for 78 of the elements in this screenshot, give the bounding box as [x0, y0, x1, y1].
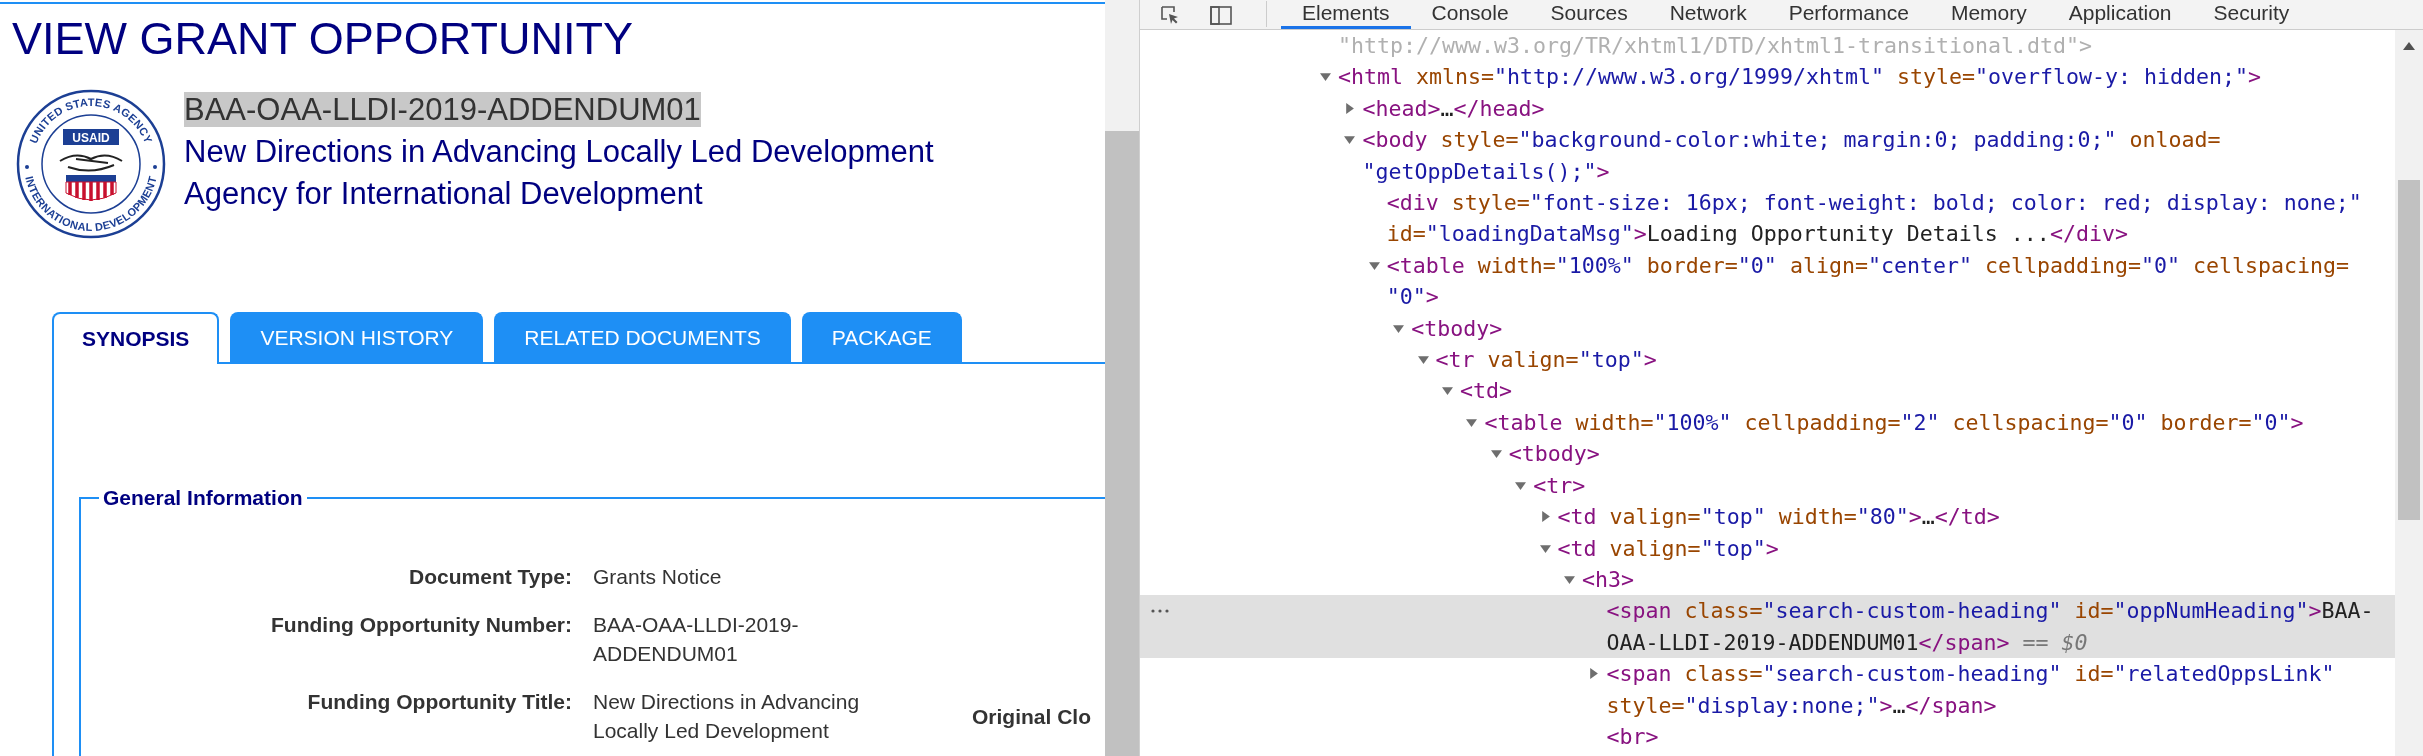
dom-tree-row[interactable]: <html xmlns="http://www.w3.org/1999/xhtml" style="overflow-y: hidden;">: [1140, 61, 2395, 93]
dom-tree-row[interactable]: <tbody>: [1140, 312, 2395, 345]
dom-tree-row[interactable]: <h3>: [1140, 563, 2395, 596]
panel-tab[interactable]: Security: [2192, 0, 2311, 29]
field-label: Original Clo: [972, 703, 1092, 730]
dom-node-markup: <br>: [1606, 722, 1660, 751]
dom-node-markup: <table width="100%" border="0" align="center" cellpadding="0" cellspacing= "0">: [1386, 251, 2350, 312]
section-legend: General Information: [99, 486, 307, 510]
field-label: Funding Opportunity Title:: [306, 689, 572, 715]
inspect-cursor-icon[interactable]: [1160, 4, 1180, 25]
opportunity-heading: New Directions in Advancing Locally Led Development: [184, 134, 934, 169]
dom-tree-row[interactable]: <tbody>: [1140, 438, 2395, 470]
scrollbar-thumb[interactable]: [1105, 131, 1139, 756]
dom-tree-row[interactable]: <div style="font-size: 16px; font-weight: bold; color: red; display: none;" id="loadingDataMsg">Loading Opportunity Details ...</div>: [1140, 187, 2395, 250]
dom-node-markup: <tr>: [1533, 471, 1587, 500]
scrollbar-thumb[interactable]: [2398, 180, 2420, 520]
dom-tree-row[interactable]: <td valign="top">: [1140, 532, 2395, 564]
dom-node-markup: <td valign="top" width="80">…</td>: [1557, 503, 2001, 532]
field-label: Funding Opportunity Number:: [270, 612, 572, 638]
dom-tree-row[interactable]: <body style="background-color:white; margin:0; padding:0;" onload= "getOppDetails();">: [1140, 124, 2395, 188]
field-value: BAA-OAA-LLDI-2019-ADDENDUM01: [593, 612, 800, 667]
triangle-down-icon[interactable]: [1393, 322, 1405, 334]
triangle-down-icon[interactable]: [1417, 354, 1429, 366]
dom-node-markup: <span class="search-custom-heading" id="relatedOppsLink" style="display:none;">…</span>: [1606, 660, 2336, 720]
dom-node-markup: <td>: [1460, 377, 1513, 406]
triangle-right-icon[interactable]: [1344, 102, 1356, 114]
dom-tree-row[interactable]: <td>: [1140, 375, 2395, 407]
triangle-right-icon[interactable]: [1588, 668, 1600, 680]
panel-tab[interactable]: Application: [2047, 0, 2193, 29]
dom-node-markup: <tbody>: [1508, 440, 1601, 469]
dom-node-markup: <table width="100%" cellpadding="2" cellspacing="0" border="0">: [1484, 408, 2305, 437]
device-toolbar-icon[interactable]: [1210, 4, 1232, 25]
dom-node-markup: <tbody>: [1411, 314, 1504, 343]
triangle-down-icon[interactable]: [1344, 134, 1356, 146]
triangle-down-icon[interactable]: [1515, 479, 1527, 491]
dom-tree-row[interactable]: <table width="100%" cellpadding="2" cellspacing="0" border="0">: [1140, 406, 2395, 439]
panel-tab[interactable]: Memory: [1929, 0, 2048, 29]
panel-tab[interactable]: Sources: [1529, 0, 1649, 29]
opportunity-heading: Agency for International Development: [184, 176, 703, 211]
page-title: VIEW GRANT OPPORTUNITY: [12, 14, 634, 64]
field-label: Document Type:: [408, 564, 572, 590]
panel-tab[interactable]: Console: [1410, 0, 1530, 29]
tab[interactable]: SYNOPSIS: [52, 312, 220, 364]
triangle-down-icon[interactable]: [1368, 259, 1380, 271]
triangle-down-icon[interactable]: [1490, 448, 1502, 460]
dom-node-markup: <div style="font-size: 16px; font-weight: bold; color: red; display: none;" id="loadingDataMsg">Loading Opportunity Details ...</div>: [1386, 189, 2363, 249]
dom-tree-row[interactable]: <tr valign="top">: [1140, 344, 2395, 376]
triangle-down-icon[interactable]: [1442, 385, 1453, 397]
triangle-down-icon[interactable]: [1320, 71, 1331, 83]
dom-node-markup: <td valign="top">: [1557, 534, 1780, 563]
triangle-down-icon[interactable]: [1466, 416, 1478, 428]
dom-tree-row[interactable]: <br>: [1140, 720, 2395, 753]
dom-node-markup: <span class="search-custom-heading" id="oppNumHeading">BAA-OAA-LLDI-2019-ADDENDUM01</span> == $0: [1606, 597, 2375, 657]
dom-tree-row[interactable]: <tr>: [1140, 469, 2395, 502]
triangle-right-icon[interactable]: [1539, 511, 1551, 523]
dom-node-markup: "http://www.w3.org/TR/xhtml1/DTD/xhtml1-transitional.dtd">: [1338, 32, 2094, 60]
dom-node-markup: <body style="background-color:white; margin:0; padding:0;" onload= "getOppDetails();">: [1362, 126, 2222, 186]
dom-tree-row[interactable]: <td valign="top" width="80">…</td>: [1140, 501, 2395, 533]
dom-node-markup: <html xmlns="http://www.w3.org/1999/xhtml" style="overflow-y: hidden;">: [1338, 63, 2263, 92]
dom-tree-row[interactable]: <head>…</head>: [1140, 92, 2395, 125]
scroll-up-arrow-icon[interactable]: [2403, 42, 2415, 50]
dom-node-markup: <h3>: [1582, 565, 1635, 594]
field-value: Grants Notice: [593, 564, 723, 590]
dom-node-markup: <head>…</head>: [1362, 94, 1546, 123]
triangle-down-icon[interactable]: [1564, 573, 1575, 585]
opportunity-heading: BAA-OAA-LLDI-2019-ADDENDUM01: [184, 92, 701, 127]
dom-tree-row[interactable]: <span class="search-custom-heading" id="oppNumHeading">BAA-OAA-LLDI-2019-ADDENDUM01</span> == $0: [1140, 595, 2395, 659]
dom-tree-row[interactable]: <table width="100%" border="0" align="center" cellpadding="0" cellspacing= "0">: [1140, 249, 2395, 313]
dom-node-markup: <tr valign="top">: [1435, 346, 1658, 375]
scrollbar-track[interactable]: [2395, 30, 2423, 756]
scrollbar-track[interactable]: [1105, 0, 1140, 756]
more-dots-icon[interactable]: [1151, 609, 1169, 613]
triangle-down-icon[interactable]: [1539, 542, 1551, 554]
panel-tab[interactable]: Performance: [1767, 0, 1930, 29]
panel-tab[interactable]: Elements: [1281, 0, 1411, 29]
field-value: New Directions in Advancing Locally Led Development: [593, 689, 861, 744]
panel-tab[interactable]: Network: [1648, 0, 1768, 29]
dom-tree-row[interactable]: <span class="search-custom-heading" id="relatedOppsLink" style="display:none;">…</span>: [1140, 658, 2395, 721]
